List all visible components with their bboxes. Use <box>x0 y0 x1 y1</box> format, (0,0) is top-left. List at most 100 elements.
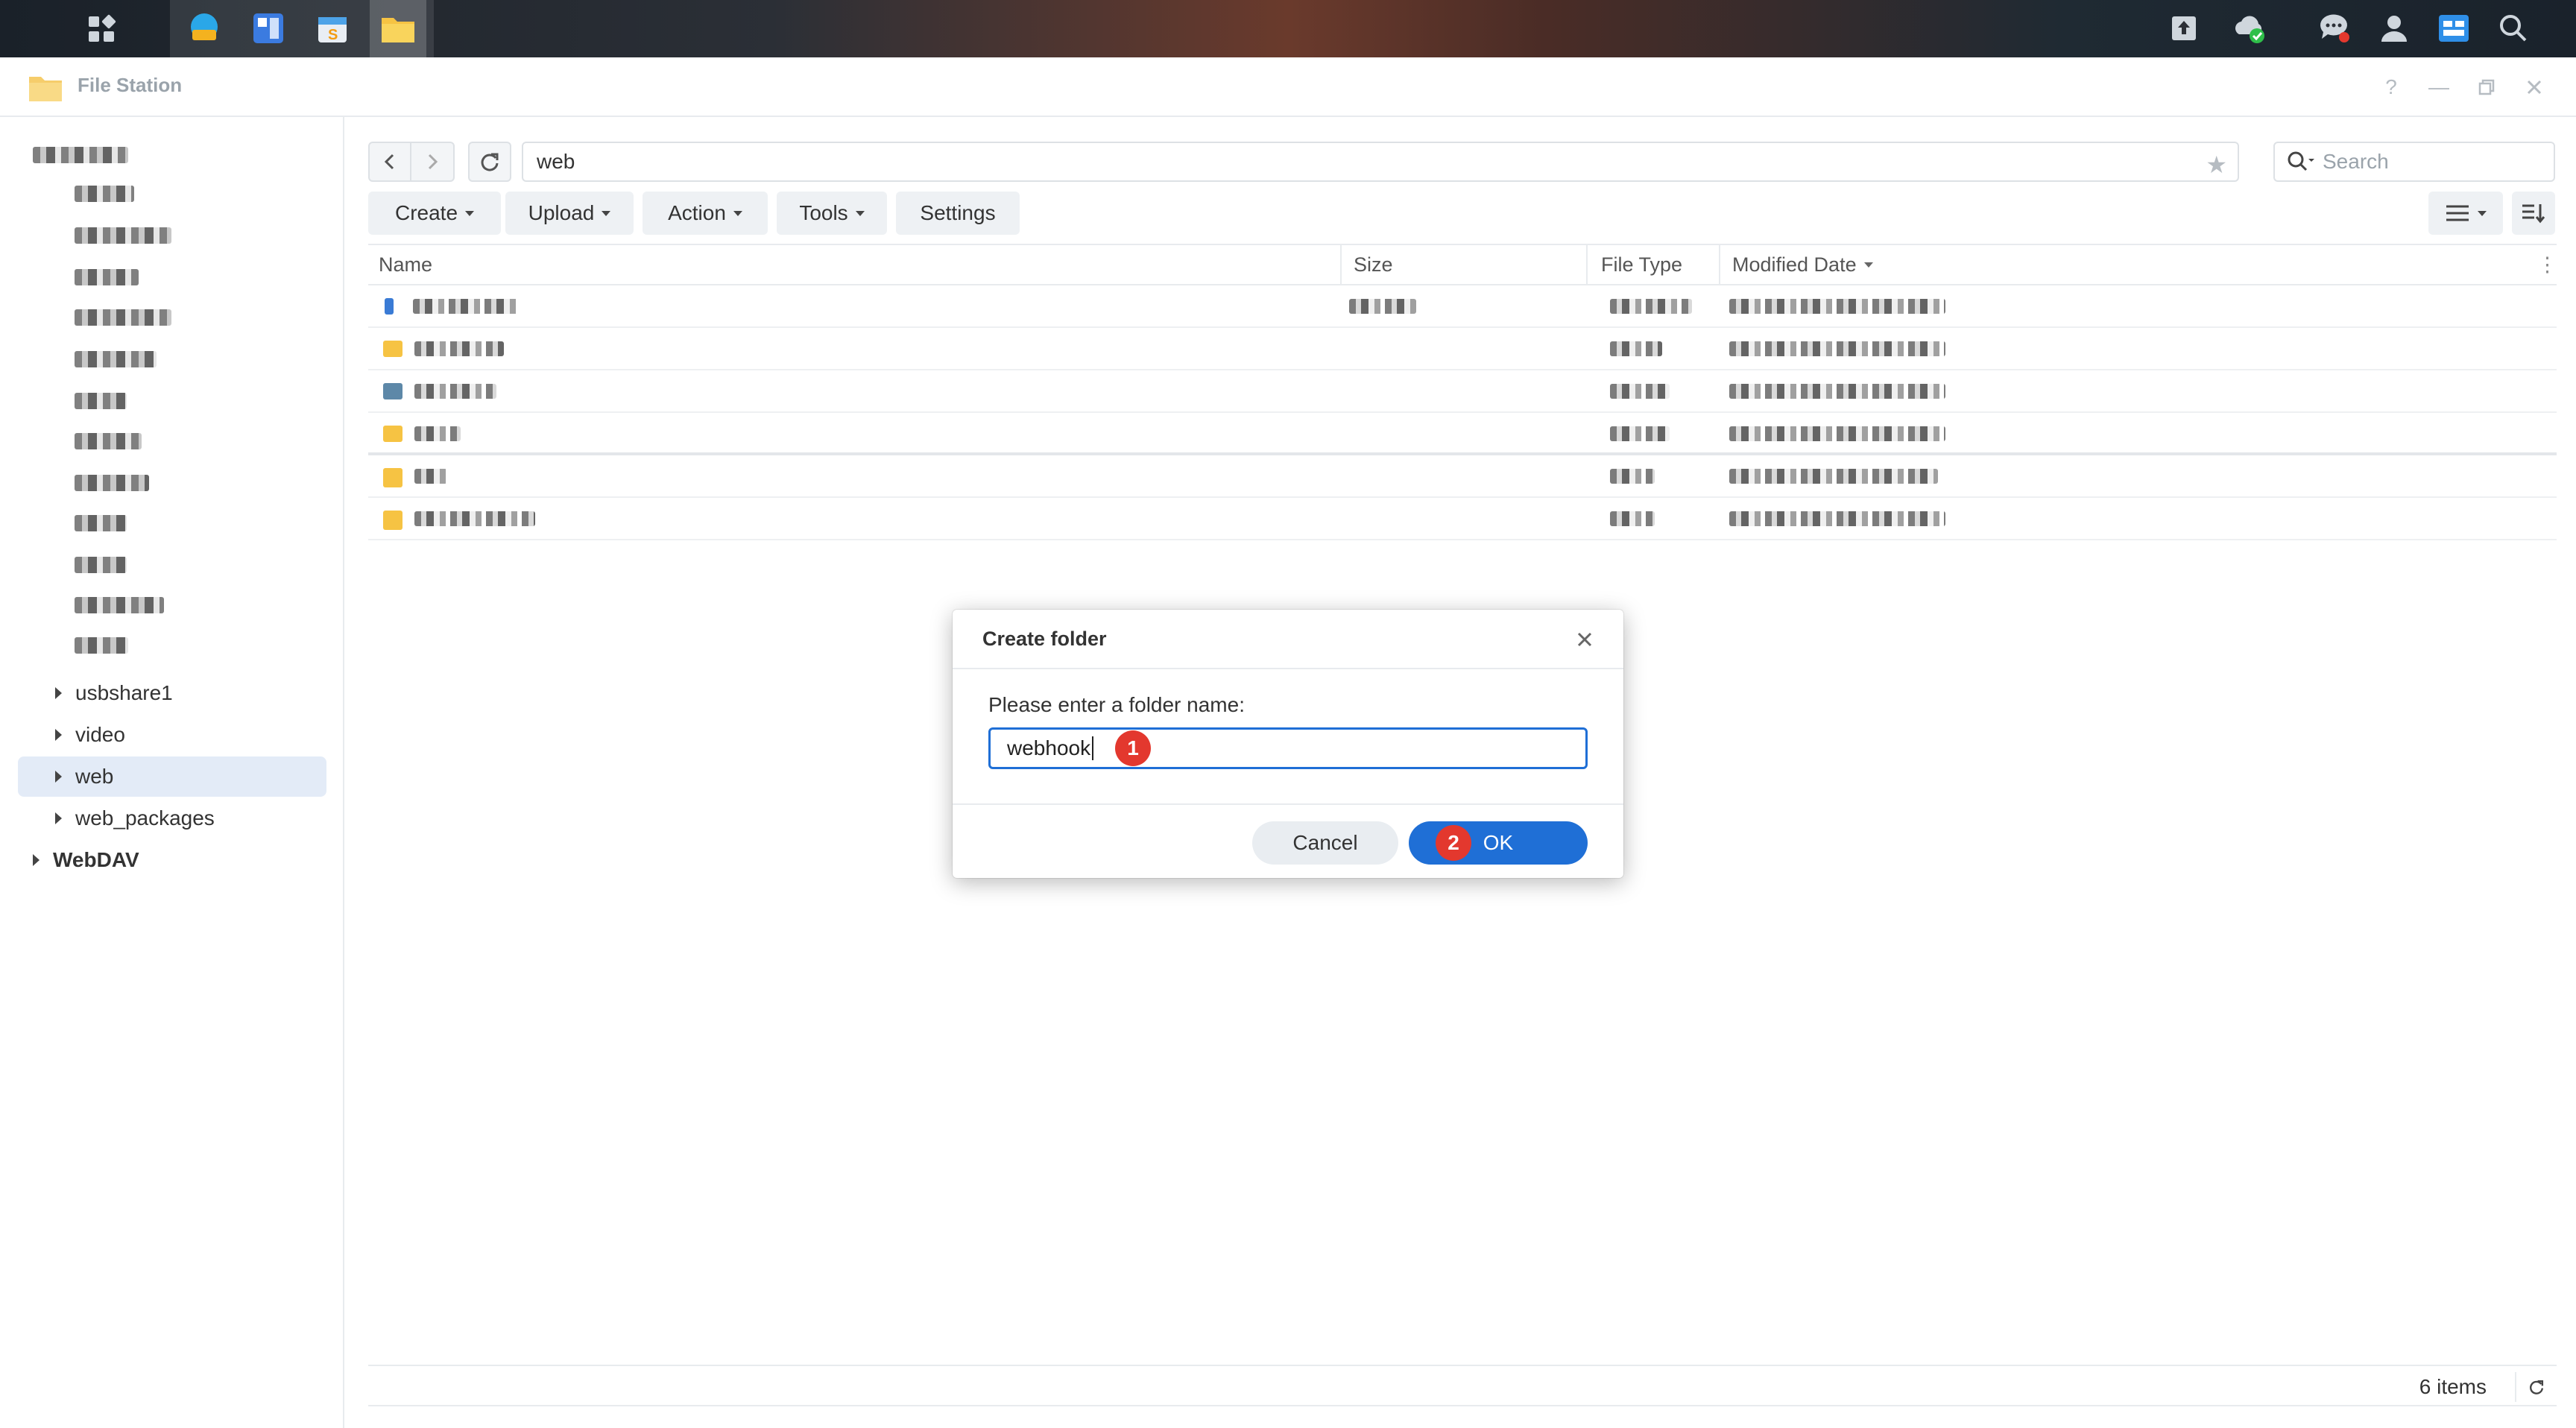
row-date-blurred <box>1729 469 1938 484</box>
tree-item-blurred[interactable] <box>75 475 149 491</box>
folder-icon <box>383 426 402 442</box>
user-button[interactable] <box>2376 10 2412 46</box>
row-date-blurred <box>1729 511 1945 526</box>
expand-caret-icon[interactable] <box>33 854 40 866</box>
row-date-blurred <box>1729 426 1945 441</box>
table-row[interactable] <box>368 328 2557 370</box>
tree-item-blurred[interactable] <box>75 515 127 531</box>
sort-icon <box>2522 204 2545 224</box>
status-refresh-button[interactable] <box>2515 1372 2545 1402</box>
expand-caret-icon[interactable] <box>55 812 62 824</box>
create-button[interactable]: Create <box>368 192 501 235</box>
expand-caret-icon[interactable] <box>55 771 62 783</box>
tree-item-label: video <box>75 723 125 746</box>
widgets-button[interactable] <box>2436 10 2472 46</box>
action-label: Action <box>668 201 726 224</box>
cloud-sync-button[interactable] <box>2232 10 2267 46</box>
help-button[interactable]: ? <box>2375 71 2408 104</box>
cancel-button[interactable]: Cancel <box>1252 821 1398 865</box>
tree-item-blurred[interactable] <box>75 309 171 326</box>
tree-item-webdav[interactable]: WebDAV <box>18 840 326 880</box>
search-input[interactable]: Search <box>2273 142 2555 182</box>
tree-item-blurred[interactable] <box>75 597 164 613</box>
view-mode-button[interactable] <box>2428 192 2503 235</box>
col-modified-date[interactable]: Modified Date <box>1719 245 2524 284</box>
dropdown-arrow-icon <box>602 210 611 216</box>
folder-name-input[interactable] <box>988 727 1588 769</box>
tree-item-blurred[interactable] <box>75 227 171 244</box>
row-date-blurred <box>1729 384 1945 399</box>
back-button[interactable] <box>368 142 411 182</box>
refresh-button[interactable] <box>468 142 511 182</box>
tree-item-blurred[interactable] <box>75 351 157 367</box>
row-type-blurred <box>1610 341 1662 356</box>
dropdown-arrow-icon <box>2478 210 2487 216</box>
svg-text:S: S <box>328 27 338 43</box>
web-station-icon <box>191 13 218 40</box>
synology-app[interactable]: S <box>304 4 361 52</box>
search-tray-button[interactable] <box>2496 10 2531 46</box>
taskbar-apps: S <box>170 0 434 57</box>
settings-button[interactable]: Settings <box>896 192 1020 235</box>
star-icon[interactable]: ★ <box>2206 151 2227 179</box>
search-icon <box>2500 15 2527 42</box>
package-center-app[interactable] <box>240 4 297 52</box>
col-size[interactable]: Size <box>1340 245 1586 284</box>
tree-item-blurred[interactable] <box>75 637 128 654</box>
search-icon <box>2288 151 2314 171</box>
tree-item-blurred[interactable] <box>75 393 127 409</box>
col-modified-date-label: Modified Date <box>1732 253 1857 276</box>
upload-button[interactable]: Upload <box>505 192 634 235</box>
close-window-button[interactable] <box>2518 71 2551 104</box>
status-bar: 6 items <box>368 1365 2557 1406</box>
tree-item-label: web_packages <box>75 806 215 830</box>
tree-item-blurred[interactable] <box>75 186 134 202</box>
action-button[interactable]: Action <box>643 192 768 235</box>
shared-folder-icon <box>383 383 402 399</box>
sort-button[interactable] <box>2512 192 2555 235</box>
grid-icon <box>89 14 116 42</box>
forward-button[interactable] <box>411 142 455 182</box>
tools-button[interactable]: Tools <box>777 192 887 235</box>
row-name-blurred <box>414 426 461 441</box>
tree-item-video[interactable]: video <box>18 715 326 755</box>
restore-button[interactable] <box>2470 71 2503 104</box>
column-menu-icon[interactable]: ⋮ <box>2537 245 2557 284</box>
tree-item-blurred[interactable] <box>75 433 142 449</box>
col-name[interactable]: Name <box>379 245 432 284</box>
tree-item-blurred[interactable] <box>75 557 127 573</box>
expand-caret-icon[interactable] <box>55 687 62 699</box>
refresh-icon <box>2530 1380 2544 1394</box>
expand-caret-icon[interactable] <box>55 729 62 741</box>
tree-item-blurred[interactable] <box>75 269 139 285</box>
chat-button[interactable] <box>2317 10 2352 46</box>
col-file-type[interactable]: File Type <box>1586 245 1719 284</box>
table-row[interactable] <box>368 413 2557 455</box>
folder-icon <box>382 17 414 42</box>
table-row[interactable] <box>368 370 2557 413</box>
table-row[interactable] <box>368 455 2557 498</box>
tree-item-web[interactable]: web <box>18 756 326 797</box>
row-name-blurred <box>414 384 496 399</box>
chevron-left-icon <box>384 154 394 170</box>
web-station-app[interactable] <box>176 4 233 52</box>
path-bar[interactable]: web ★ <box>522 142 2239 182</box>
tree-item-web-packages[interactable]: web_packages <box>18 798 326 838</box>
minimize-button[interactable]: — <box>2422 71 2455 104</box>
upload-icon <box>2172 16 2196 40</box>
tree-root-blurred[interactable] <box>33 147 128 163</box>
tree-item-usbshare1[interactable]: usbshare1 <box>18 673 326 713</box>
folder-icon <box>383 468 402 487</box>
file-station-icon <box>29 77 62 101</box>
refresh-icon <box>481 153 499 171</box>
row-type-blurred <box>1610 511 1655 526</box>
upload-tray-button[interactable] <box>2166 10 2202 46</box>
main-menu-button[interactable] <box>66 0 137 57</box>
tree-item-label: web <box>75 765 114 788</box>
table-row[interactable] <box>368 285 2557 328</box>
file-station-app[interactable] <box>370 0 426 57</box>
tools-label: Tools <box>799 201 848 224</box>
tree-item-label: usbshare1 <box>75 681 173 704</box>
table-row[interactable] <box>368 498 2557 540</box>
dialog-close-button[interactable] <box>1568 623 1601 656</box>
